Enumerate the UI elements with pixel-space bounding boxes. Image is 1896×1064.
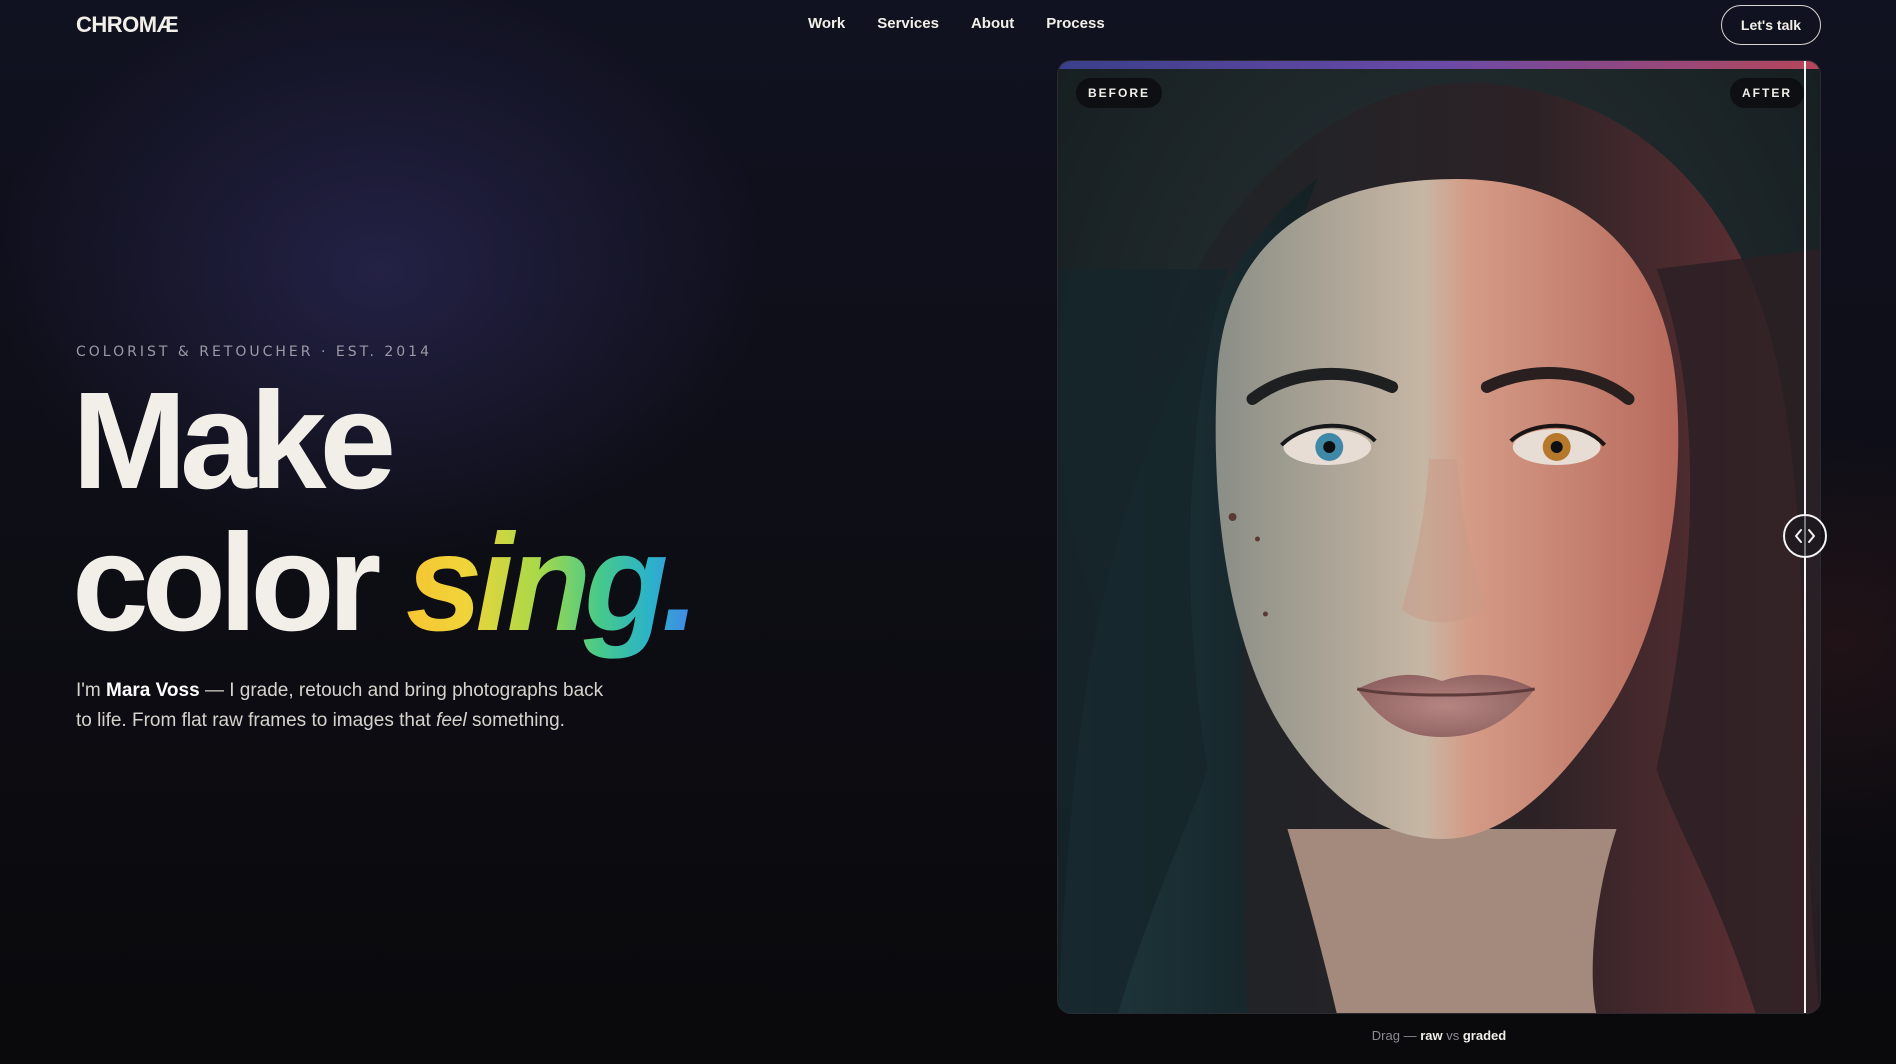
hero-eyebrow: COLORIST & RETOUCHER · EST. 2014 [76,344,432,360]
before-badge: BEFORE [1076,78,1163,108]
brand-logo[interactable]: CHROMÆ [76,12,179,38]
caption-graded: graded [1462,1028,1507,1043]
caption-vs: vs [1446,1028,1460,1043]
hero-intro: I'm Mara Voss — I grade, retouch and bri… [76,676,616,736]
after-badge: AFTER [1730,78,1804,108]
intro-suffix: something. [472,710,565,731]
nav-link-about[interactable]: About [971,15,1014,32]
nav-link-services[interactable]: Services [877,15,939,32]
site-header: CHROMÆ Work Services About Process Let's… [0,0,1896,50]
compare-caption: Drag — raw vs graded [1057,1028,1821,1043]
before-after-compare[interactable]: BEFORE AFTER [1057,60,1821,1014]
nav-link-process[interactable]: Process [1046,15,1104,32]
caption-raw: raw [1420,1028,1443,1043]
headline-word-color: color [72,506,381,660]
headline-word-sing: sing. [406,506,703,660]
chevrons-left-right-icon [1795,529,1815,543]
caption-prefix: Drag — [1371,1028,1417,1043]
portrait-photo [1058,69,1820,1013]
lets-talk-button[interactable]: Let's talk [1721,5,1821,45]
compare-slider-handle[interactable] [1783,514,1827,558]
headline-line-1: Make [72,364,396,518]
intro-emphasis: feel [436,710,467,731]
intro-prefix: I'm [76,680,101,701]
headline-line-2: color sing. [72,512,703,654]
main-nav: Work Services About Process [808,15,1105,32]
intro-name: Mara Voss [106,680,200,701]
nav-link-work[interactable]: Work [808,15,845,32]
compare-gradient-bar [1058,61,1820,69]
hero-headline: Make color sing. [72,370,703,654]
